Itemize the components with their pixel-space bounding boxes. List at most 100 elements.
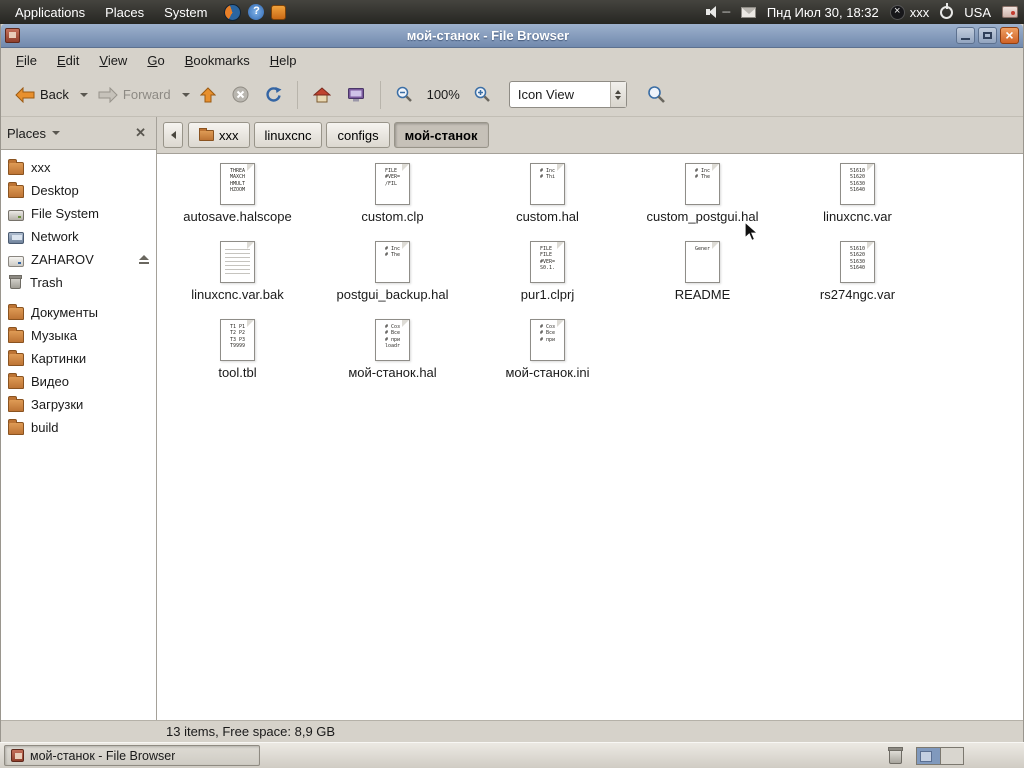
sidebar-item[interactable]: Network	[1, 225, 156, 248]
sidebar-item[interactable]: Trash	[1, 271, 156, 294]
file-item[interactable]: FILE #VER= /FIL custom.clp	[315, 156, 470, 234]
status-text: 13 items, Free space: 8,9 GB	[166, 724, 336, 739]
path-prev-button[interactable]	[163, 122, 183, 148]
sidebar-item[interactable]: Документы	[1, 301, 156, 324]
file-item[interactable]: T1 P1 T2 P2 T3 P3 T9999 tool.tbl	[160, 312, 315, 390]
sidebar-close-icon[interactable]: ✕	[131, 124, 150, 142]
titlebar[interactable]: мой-станок - File Browser	[1, 24, 1023, 48]
file-item[interactable]: # Inc # The custom_postgui.hal	[625, 156, 780, 234]
panel-menu[interactable]: System	[155, 2, 216, 23]
sidebar-item[interactable]: build	[1, 416, 156, 439]
window-menu-label: Help	[269, 53, 297, 68]
home-button[interactable]	[307, 82, 337, 108]
trash-applet-icon[interactable]	[888, 747, 903, 764]
keyboard-layout[interactable]: USA	[964, 5, 991, 20]
file-item[interactable]: 51610 51620 51630 51640 rs274ngc.var	[780, 234, 935, 312]
zoom-out-button[interactable]	[390, 81, 419, 108]
eject-icon[interactable]	[139, 254, 149, 265]
window-menu[interactable]: View	[90, 50, 136, 71]
sidebar-item-label: Trash	[30, 275, 63, 290]
window-menu[interactable]: File	[7, 50, 46, 71]
breadcrumb-button[interactable]: мой-станок	[393, 122, 489, 148]
window-menu[interactable]: Bookmarks	[176, 50, 259, 71]
file-name: postgui_backup.hal	[336, 287, 449, 302]
workspace-2[interactable]	[940, 747, 963, 764]
forward-button[interactable]: Forward	[92, 82, 177, 108]
file-name: linuxcnc.var	[823, 209, 892, 224]
search-button[interactable]	[641, 80, 672, 109]
help-icon[interactable]	[248, 4, 265, 20]
folder-icon	[8, 396, 24, 412]
zoom-in-button[interactable]	[468, 81, 497, 108]
up-button[interactable]	[194, 82, 222, 108]
folder-icon	[8, 419, 24, 435]
file-name: custom_postgui.hal	[646, 209, 759, 224]
stop-icon	[232, 86, 249, 103]
places-list: xxx Desktop File System Network ZAHAROV Trash…	[1, 149, 156, 720]
breadcrumb-button[interactable]: linuxcnc	[253, 122, 323, 148]
file-name: rs274ngc.var	[819, 287, 896, 302]
sidebar-item[interactable]: Desktop	[1, 179, 156, 202]
combo-spinner-icon[interactable]	[609, 82, 626, 107]
power-icon[interactable]	[940, 2, 954, 19]
volume-icon[interactable]	[705, 6, 719, 18]
panel-menu[interactable]: Applications	[6, 2, 94, 23]
sidebar-dropdown-icon[interactable]	[52, 131, 61, 135]
reload-button[interactable]	[259, 81, 288, 108]
file-item[interactable]: # Inc # Thi custom.hal	[470, 156, 625, 234]
workspace-1[interactable]	[917, 747, 940, 764]
file-icon: 51610 51620 51630 51640	[840, 163, 875, 205]
maximize-button[interactable]	[978, 27, 997, 44]
launcher-icon[interactable]	[271, 4, 287, 20]
panel-launchers	[224, 3, 287, 21]
file-grid[interactable]: THREA MAXCH HMULT HZOOM autosave.halscope…	[157, 153, 1023, 720]
sidebar-item[interactable]: xxx	[1, 156, 156, 179]
breadcrumb-button[interactable]: xxx	[188, 122, 250, 148]
workspace-switcher[interactable]	[916, 746, 964, 765]
sidebar-item[interactable]: File System	[1, 202, 156, 225]
file-preview: # Соз # Все # при	[539, 324, 556, 343]
input-method-icon[interactable]	[1002, 6, 1018, 18]
file-item[interactable]: THREA MAXCH HMULT HZOOM autosave.halscope	[160, 156, 315, 234]
bottom-panel: мой-станок - File Browser	[0, 742, 1024, 768]
computer-icon	[347, 87, 364, 101]
window-menu[interactable]: Go	[138, 50, 173, 71]
clock[interactable]: Пнд Июл 30, 18:32	[767, 5, 879, 20]
taskbar-window-button[interactable]: мой-станок - File Browser	[4, 745, 260, 766]
back-button[interactable]: Back	[9, 82, 75, 108]
computer-button[interactable]	[341, 82, 371, 108]
breadcrumb-label: xxx	[219, 127, 239, 143]
close-button[interactable]	[1000, 27, 1019, 44]
forward-dropdown-icon[interactable]	[181, 92, 190, 97]
sidebar-item[interactable]: Видео	[1, 370, 156, 393]
sidebar-item-label: build	[31, 420, 59, 435]
file-icon	[220, 241, 255, 283]
sidebar-item[interactable]: Картинки	[1, 347, 156, 370]
sidebar-item[interactable]: Музыка	[1, 324, 156, 347]
firefox-icon[interactable]	[224, 3, 242, 21]
sidebar-item[interactable]: ZAHAROV	[1, 248, 156, 271]
view-mode-select[interactable]: Icon View	[508, 81, 627, 108]
sidebar-title[interactable]: Places	[7, 126, 46, 141]
file-item[interactable]: Gener README	[625, 234, 780, 312]
folder-icon	[199, 128, 214, 141]
window-menu[interactable]: Edit	[48, 50, 88, 71]
file-item[interactable]: linuxcnc.var.bak	[160, 234, 315, 312]
file-item[interactable]: # Соз # Все # при мой-станок.ini	[470, 312, 625, 390]
sidebar-header: Places ✕	[1, 117, 156, 149]
zoom-in-icon	[474, 86, 490, 102]
stop-button[interactable]	[226, 81, 255, 108]
mail-icon[interactable]	[740, 6, 756, 18]
file-item[interactable]: # Inc # The postgui_backup.hal	[315, 234, 470, 312]
file-item[interactable]: # Соз # Все # при loadr мой-станок.hal	[315, 312, 470, 390]
forward-label: Forward	[122, 87, 171, 102]
file-item[interactable]: FILE FILE #VER= S0.1. pur1.clprj	[470, 234, 625, 312]
user-switcher[interactable]: xxx	[889, 4, 929, 20]
sidebar-item[interactable]: Загрузки	[1, 393, 156, 416]
minimize-button[interactable]	[956, 27, 975, 44]
breadcrumb-button[interactable]: configs	[326, 122, 390, 148]
panel-menu[interactable]: Places	[96, 2, 153, 23]
file-item[interactable]: 51610 51620 51630 51640 linuxcnc.var	[780, 156, 935, 234]
back-dropdown-icon[interactable]	[79, 92, 88, 97]
window-menu[interactable]: Help	[261, 50, 306, 71]
